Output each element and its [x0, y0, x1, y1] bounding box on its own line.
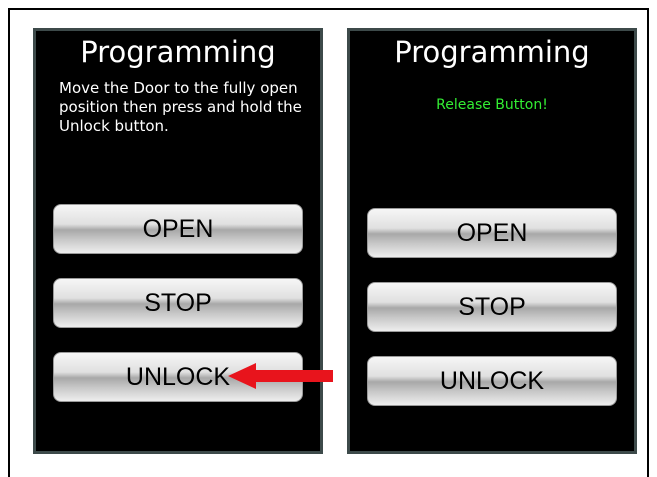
- red-arrow-left-icon: [228, 363, 333, 389]
- screen-title: Programming: [80, 35, 276, 69]
- programming-screen-step-1: Programming Move the Door to the fully o…: [33, 28, 323, 454]
- status-message: Release Button!: [436, 97, 548, 113]
- stop-button[interactable]: STOP: [367, 282, 617, 332]
- screen-title: Programming: [394, 35, 590, 69]
- instruction-text: Move the Door to the fully open position…: [59, 79, 302, 135]
- unlock-button[interactable]: UNLOCK: [367, 356, 617, 406]
- stop-button[interactable]: STOP: [53, 278, 303, 328]
- open-button[interactable]: OPEN: [367, 208, 617, 258]
- open-button[interactable]: OPEN: [53, 204, 303, 254]
- programming-screen-step-2: Programming Release Button! OPEN STOP UN…: [347, 28, 637, 454]
